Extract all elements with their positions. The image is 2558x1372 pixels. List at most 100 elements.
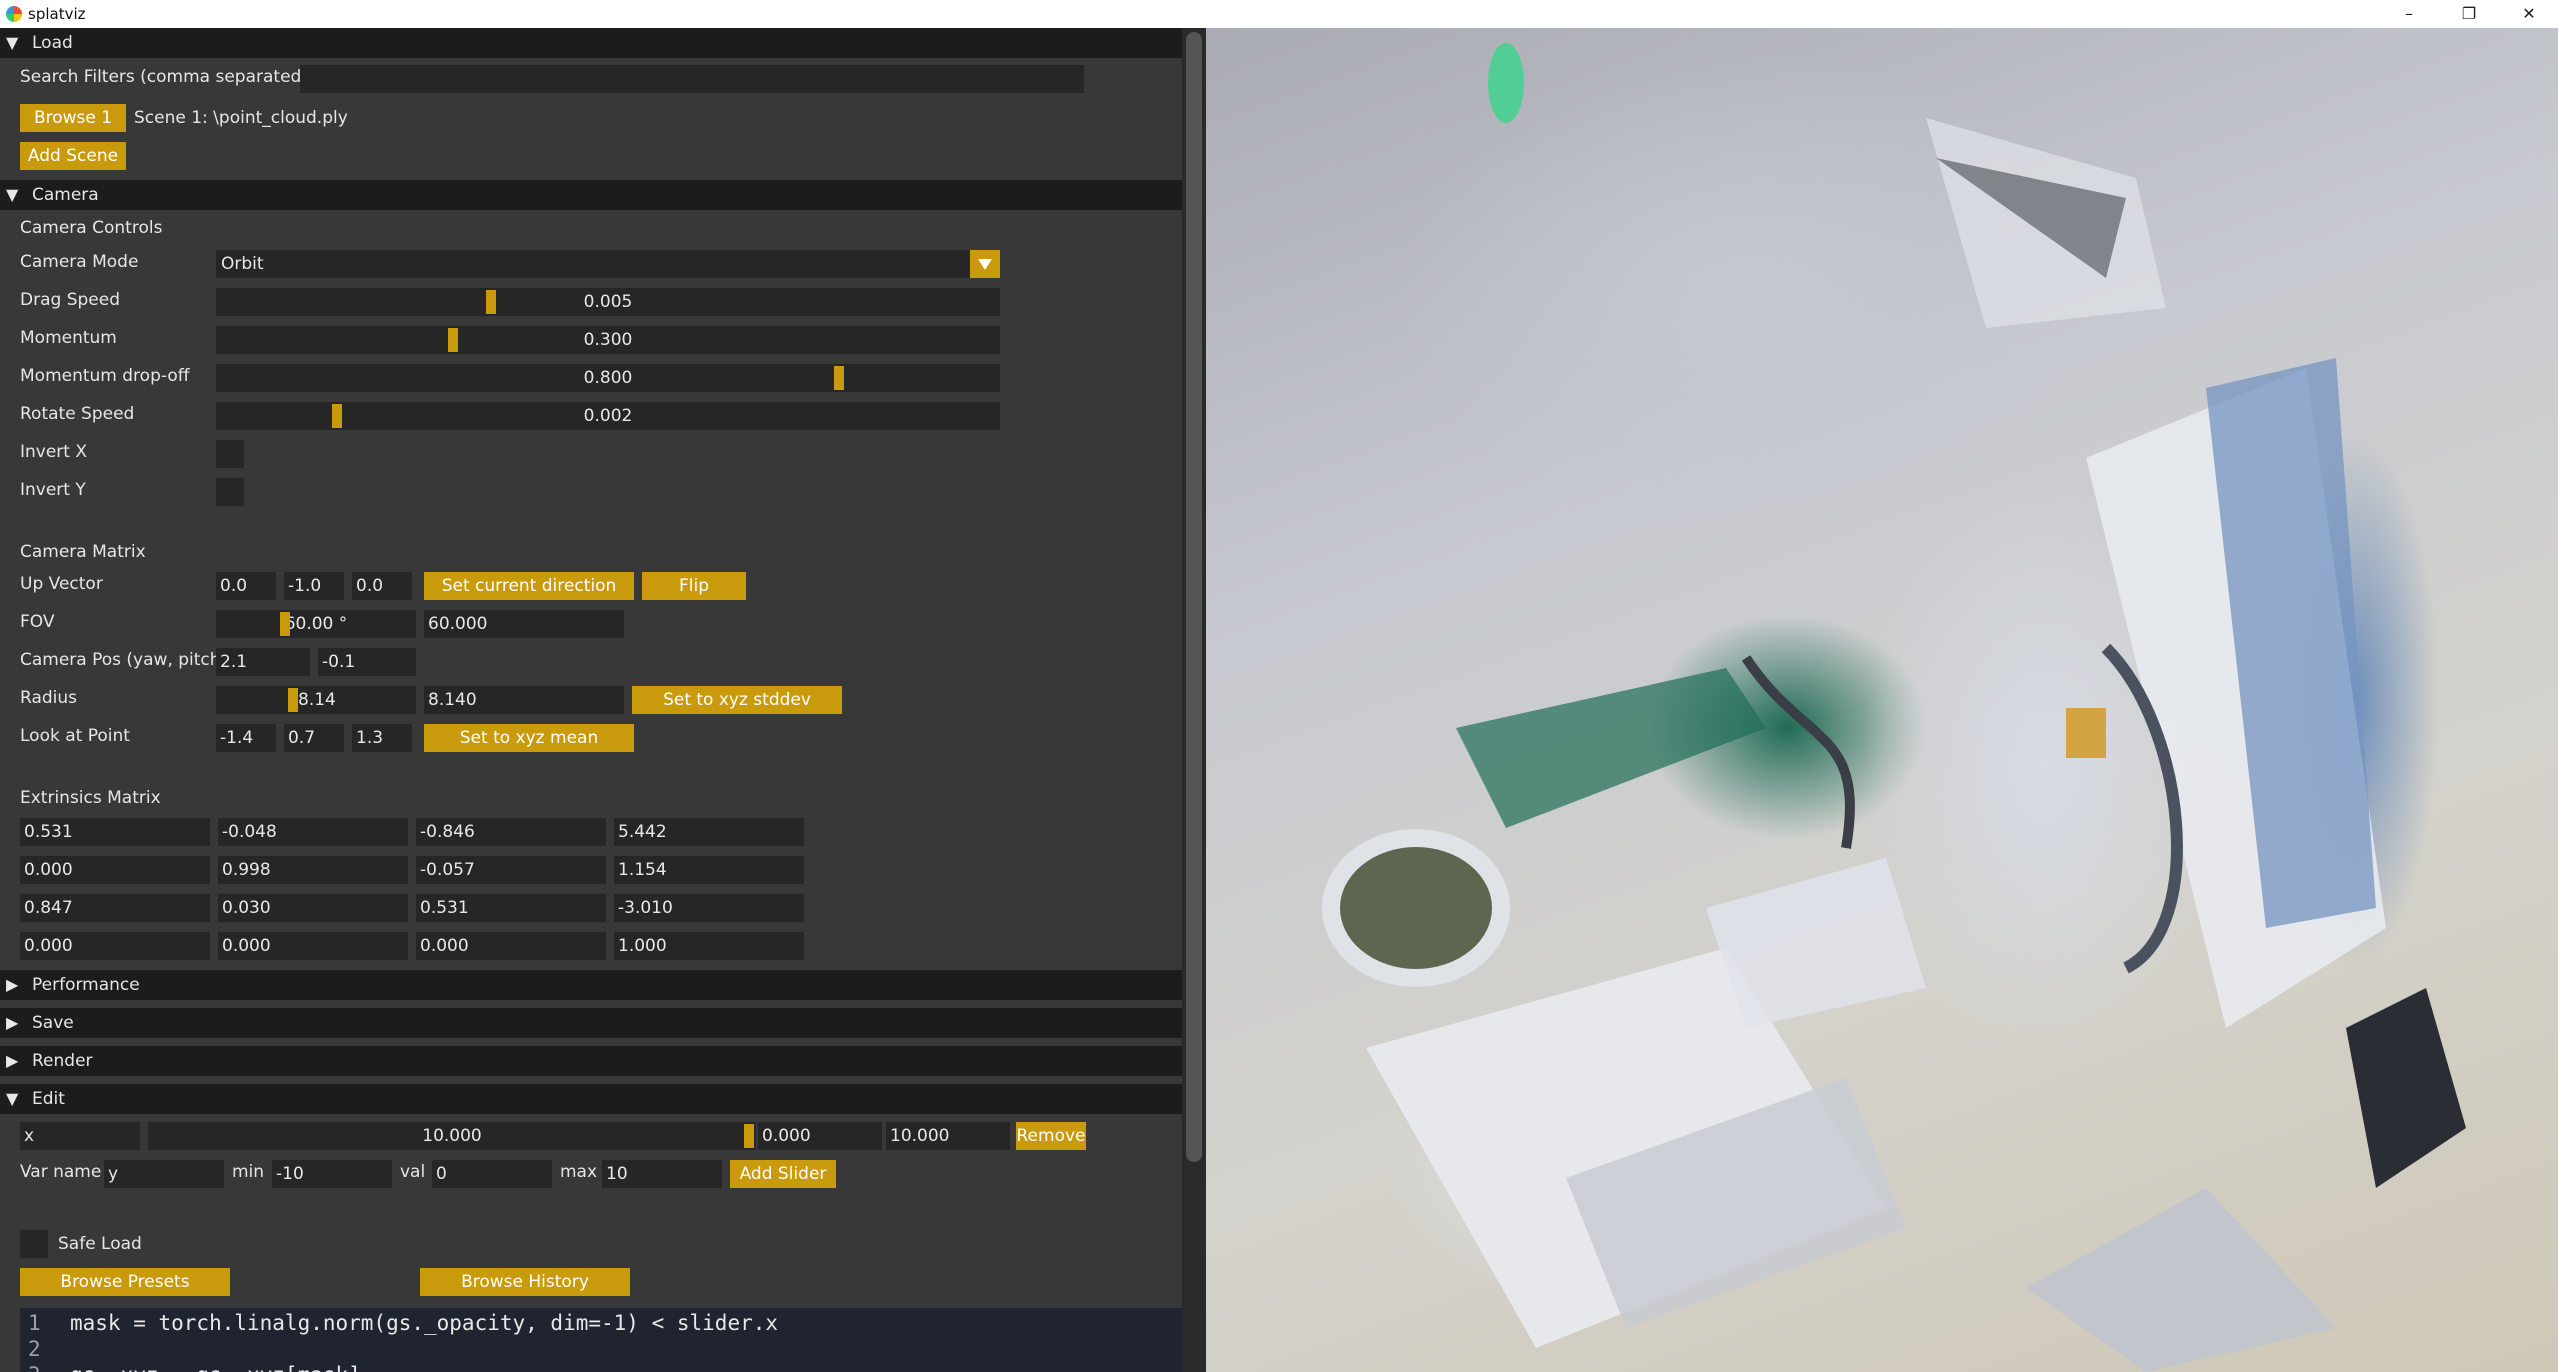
chevron-down-icon[interactable] [970,250,1000,278]
up-vector-y-input[interactable]: -1.0 [284,572,344,600]
extrinsics-cell[interactable]: 0.531 [20,818,210,846]
browse-presets-button[interactable]: Browse Presets [20,1268,230,1296]
min-input[interactable]: -10 [272,1160,392,1188]
slider-grab[interactable] [288,688,298,712]
extrinsics-cell[interactable]: -0.846 [416,818,606,846]
section-header-edit[interactable]: ▼ Edit [0,1084,1182,1114]
var-name-input[interactable]: y [104,1160,224,1188]
browse-history-button[interactable]: Browse History [420,1268,630,1296]
set-to-xyz-mean-button[interactable]: Set to xyz mean [424,724,634,752]
camera-pitch-input[interactable]: -0.1 [318,648,416,676]
extrinsics-cell[interactable]: 0.000 [416,932,606,960]
section-header-render[interactable]: ▶ Render [0,1046,1182,1076]
restore-icon[interactable]: ❐ [2440,0,2498,28]
extrinsics-cell[interactable]: -3.010 [614,894,804,922]
minimize-icon[interactable]: – [2380,0,2438,28]
look-at-point-label: Look at Point [20,726,130,746]
flip-button[interactable]: Flip [642,572,746,600]
extrinsics-cell[interactable]: 5.442 [614,818,804,846]
section-header-save[interactable]: ▶ Save [0,1008,1182,1038]
camera-matrix-label: Camera Matrix [20,542,146,562]
look-at-z-input[interactable]: 1.3 [352,724,412,752]
search-filters-input[interactable] [300,65,1084,93]
slider-grab[interactable] [834,366,844,390]
max-label: max [560,1162,598,1182]
invert-y-label: Invert Y [20,480,86,500]
momentum-dropoff-slider[interactable]: 0.800 [216,364,1000,392]
camera-yaw-input[interactable]: 2.1 [216,648,310,676]
extrinsics-cell[interactable]: -0.048 [218,818,408,846]
up-vector-label: Up Vector [20,574,103,594]
extrinsics-cell[interactable]: -0.057 [416,856,606,884]
section-header-performance[interactable]: ▶ Performance [0,970,1182,1000]
slider-max-input[interactable]: 10.000 [886,1122,1010,1150]
up-vector-x-input[interactable]: 0.0 [216,572,276,600]
extrinsics-cell[interactable]: 0.000 [20,856,210,884]
set-to-xyz-stddev-button[interactable]: Set to xyz stddev [632,686,842,714]
extrinsics-cell[interactable]: 0.847 [20,894,210,922]
line-number: 2 [28,1337,41,1361]
remove-slider-button[interactable]: Remove [1016,1122,1086,1150]
max-input[interactable]: 10 [602,1160,722,1188]
window-title: splatviz [28,5,86,23]
rotate-speed-label: Rotate Speed [20,404,135,424]
add-slider-button[interactable]: Add Slider [730,1160,836,1188]
extrinsics-cell[interactable]: 0.998 [218,856,408,884]
extrinsics-cell[interactable]: 1.154 [614,856,804,884]
scene-render-image [1322,43,2466,1372]
add-scene-button[interactable]: Add Scene [20,142,126,170]
section-header-camera[interactable]: ▼ Camera [0,180,1182,210]
slider-grab[interactable] [448,328,458,352]
slider-grab[interactable] [280,612,290,636]
triangle-right-icon: ▶ [6,1051,19,1070]
extrinsics-cell[interactable]: 0.000 [218,932,408,960]
browse-button[interactable]: Browse 1 [20,104,126,132]
camera-mode-select[interactable]: Orbit [216,250,986,278]
camera-pos-label: Camera Pos (yaw, pitch) [20,650,228,670]
scrollbar-thumb[interactable] [1186,32,1202,1162]
control-panel: ▼ Load Search Filters (comma separated) … [0,28,1182,1372]
render-viewport[interactable] [1206,28,2558,1372]
search-filters-label: Search Filters (comma separated) [20,67,308,87]
app-logo-icon [6,6,22,22]
slider-name-input[interactable]: x [20,1122,140,1150]
look-at-y-input[interactable]: 0.7 [284,724,344,752]
safe-load-checkbox[interactable] [20,1230,48,1258]
extrinsics-cell[interactable]: 1.000 [614,932,804,960]
invert-x-checkbox[interactable] [216,440,244,468]
fov-input[interactable]: 60.000 [424,610,624,638]
camera-mode-label: Camera Mode [20,252,139,272]
extrinsics-cell[interactable]: 0.531 [416,894,606,922]
custom-slider[interactable]: 10.000 [148,1122,756,1150]
radius-slider[interactable]: 8.14 [216,686,416,714]
slider-grab[interactable] [486,290,496,314]
code-editor[interactable]: 1 2 3 mask = torch.linalg.norm(gs._opaci… [20,1308,1182,1372]
code-line: gs._xyz = gs._xyz[mask] [70,1362,361,1372]
radius-input[interactable]: 8.140 [424,686,624,714]
section-header-load[interactable]: ▼ Load [0,28,1182,58]
rotate-speed-slider[interactable]: 0.002 [216,402,1000,430]
close-icon[interactable]: ✕ [2500,0,2558,28]
fov-slider[interactable]: 60.00 ° [216,610,416,638]
line-number: 1 [28,1311,41,1335]
triangle-right-icon: ▶ [6,1013,19,1032]
slider-grab[interactable] [332,404,342,428]
extrinsics-cell[interactable]: 0.030 [218,894,408,922]
up-vector-z-input[interactable]: 0.0 [352,572,412,600]
momentum-slider[interactable]: 0.300 [216,326,1000,354]
look-at-x-input[interactable]: -1.4 [216,724,276,752]
code-line: mask = torch.linalg.norm(gs._opacity, di… [70,1311,779,1335]
val-input[interactable]: 0 [432,1160,552,1188]
min-label: min [232,1162,265,1182]
drag-speed-slider[interactable]: 0.005 [216,288,1000,316]
slider-grab[interactable] [744,1124,754,1148]
slider-min-input[interactable]: 0.000 [758,1122,882,1150]
invert-x-label: Invert X [20,442,88,462]
camera-controls-label: Camera Controls [20,218,163,238]
invert-y-checkbox[interactable] [216,478,244,506]
triangle-right-icon: ▶ [6,975,19,994]
set-current-direction-button[interactable]: Set current direction [424,572,634,600]
triangle-down-icon: ▼ [6,33,19,52]
panel-scrollbar[interactable] [1182,28,1206,1372]
extrinsics-cell[interactable]: 0.000 [20,932,210,960]
